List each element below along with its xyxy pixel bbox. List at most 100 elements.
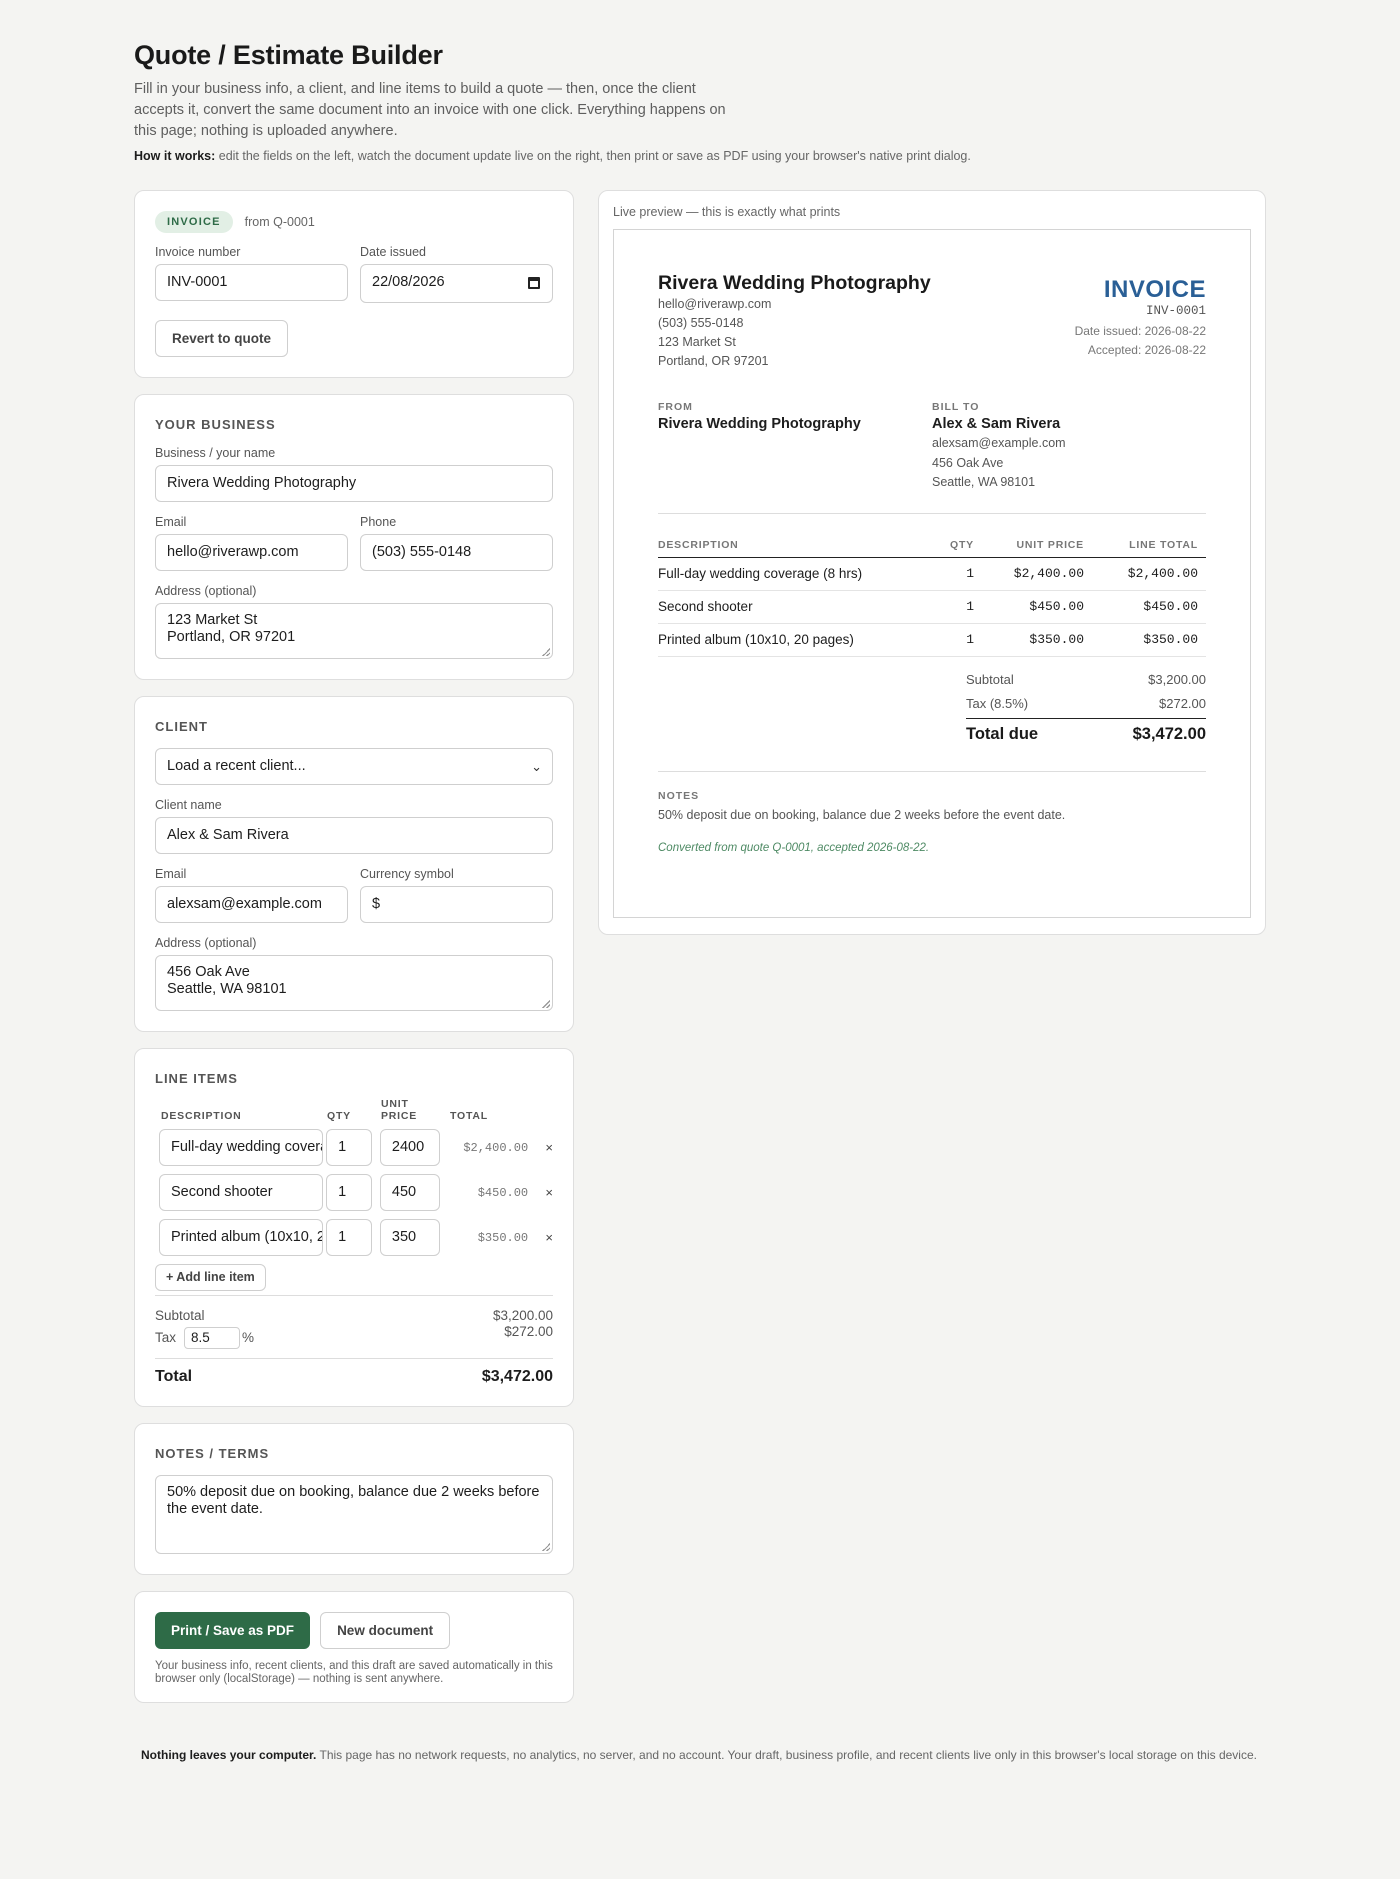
line-item-total: $350.00 <box>477 1230 529 1245</box>
print-save-pdf-button[interactable]: Print / Save as PDF <box>155 1612 311 1649</box>
client-card: CLIENT Load a recent client... ⌄ Client … <box>134 696 574 1032</box>
preview-from-label: FROM <box>658 401 693 413</box>
line-item-unit-price-input[interactable]: 450 <box>379 1174 440 1211</box>
business-name-input[interactable]: Rivera Wedding Photography <box>155 465 553 502</box>
preview-row-unit-price: $350.00 <box>982 623 1092 657</box>
preview-row-description: Full-day wedding coverage (8 hrs) <box>658 557 922 591</box>
preview-accepted-date: Accepted: 2026-08-22 <box>1087 343 1206 357</box>
preview-table-row: Second shooter 1 $450.00 $450.00 <box>658 590 1206 624</box>
preview-business-address-2: Portland, OR 97201 <box>658 354 769 368</box>
col-unit-price: UNIT PRICE <box>381 1098 450 1122</box>
business-email-input[interactable]: hello@riverawp.com <box>155 534 348 571</box>
preview-row-unit-price: $450.00 <box>982 590 1092 624</box>
preview-row-line-total: $350.00 <box>1092 623 1206 657</box>
preview-total-label: Total due <box>966 724 1039 743</box>
remove-line-item-icon[interactable]: × <box>528 1140 553 1155</box>
revert-to-quote-button[interactable]: Revert to quote <box>155 320 289 357</box>
preview-business-phone: (503) 555-0148 <box>658 316 744 330</box>
client-email-label: Email <box>155 867 187 881</box>
how-it-works: How it works: edit the fields on the lef… <box>134 149 1264 163</box>
preview-business-address-1: 123 Market St <box>658 335 736 349</box>
col-description: DESCRIPTION <box>161 1110 242 1122</box>
preview-col-qty: QTY <box>922 532 982 558</box>
add-line-item-button[interactable]: + Add line item <box>155 1264 266 1291</box>
preview-tax-label: Tax (8.5%) <box>966 695 1029 711</box>
invoice-number-label: Invoice number <box>155 245 241 259</box>
tax-percent-sign: % <box>242 1330 255 1345</box>
preview-business-name: Rivera Wedding Photography <box>658 272 931 294</box>
client-address-label: Address (optional) <box>155 936 257 950</box>
page-intro: Fill in your business info, a client, an… <box>134 81 726 139</box>
preview-total-value: $3,472.00 <box>1132 724 1206 743</box>
line-items-header: DESCRIPTION QTY UNIT PRICE TOTAL <box>155 1094 553 1122</box>
line-item-qty-input[interactable]: 1 <box>326 1174 373 1211</box>
editor-total-value: $3,472.00 <box>481 1368 553 1385</box>
notes-section-title: NOTES / TERMS <box>155 1446 270 1461</box>
calendar-icon[interactable] <box>528 277 540 289</box>
col-total: TOTAL <box>450 1110 489 1122</box>
footer-bold: Nothing leaves your computer. <box>141 1748 317 1762</box>
preview-tax-row: Tax (8.5%) $272.00 <box>966 692 1206 716</box>
preview-totals: Subtotal $3,200.00 Tax (8.5%) $272.00 To… <box>966 668 1206 744</box>
page-header: Quote / Estimate Builder Fill in your bu… <box>134 40 1264 163</box>
editor-column: INVOICE from Q-0001 Invoice number INV-0… <box>134 190 574 1719</box>
client-section-title: CLIENT <box>155 719 208 734</box>
editor-tax-row: Tax 8.5% $272.00 <box>155 1324 553 1349</box>
notes-textarea[interactable]: 50% deposit due on booking, balance due … <box>155 1475 553 1554</box>
remove-line-item-icon[interactable]: × <box>528 1230 553 1245</box>
line-item-row: Printed album (10x10, 20 pages) 1 350 $3… <box>155 1219 553 1256</box>
line-item-qty-input[interactable]: 1 <box>326 1219 373 1256</box>
preview-subtotal-label: Subtotal <box>966 671 1014 687</box>
line-item-description-input[interactable]: Second shooter <box>159 1174 323 1211</box>
preview-bill-to-email: alexsam@example.com <box>932 436 1066 450</box>
client-name-label: Client name <box>155 798 222 812</box>
business-section-title: YOUR BUSINESS <box>155 417 276 432</box>
date-issued-input[interactable]: 22/08/2026 <box>360 264 553 303</box>
preview-row-qty: 1 <box>922 590 982 624</box>
storage-note: Your business info, recent clients, and … <box>155 1660 553 1685</box>
currency-symbol-input[interactable]: $ <box>360 886 553 923</box>
remove-line-item-icon[interactable]: × <box>528 1185 553 1200</box>
preview-col-description: DESCRIPTION <box>658 532 922 558</box>
line-item-unit-price-input[interactable]: 2400 <box>379 1129 440 1166</box>
line-item-row: Full-day wedding coverage (8 hrs) 1 2400… <box>155 1129 553 1166</box>
line-items-card: LINE ITEMS DESCRIPTION QTY UNIT PRICE TOT… <box>134 1048 574 1407</box>
preview-col-line-total: LINE TOTAL <box>1092 532 1206 558</box>
new-document-button[interactable]: New document <box>320 1612 451 1649</box>
business-address-label: Address (optional) <box>155 584 257 598</box>
preview-doc-type: INVOICE <box>1103 276 1206 303</box>
tax-rate-input[interactable]: 8.5 <box>184 1327 241 1349</box>
preview-subtotal-value: $3,200.00 <box>1148 671 1206 687</box>
preview-business-block: Rivera Wedding Photography hello@riveraw… <box>658 270 931 371</box>
business-address-textarea[interactable]: 123 Market St Portland, OR 97201 <box>155 603 553 659</box>
line-item-description-input[interactable]: Full-day wedding coverage (8 hrs) <box>159 1129 323 1166</box>
preview-row-line-total: $2,400.00 <box>1092 557 1206 591</box>
currency-symbol-label: Currency symbol <box>360 867 454 881</box>
preview-subtotal-row: Subtotal $3,200.00 <box>966 668 1206 692</box>
line-item-row: Second shooter 1 450 $450.00 × <box>155 1174 553 1211</box>
actions-card: Print / Save as PDF New document Your bu… <box>134 1591 574 1703</box>
business-phone-label: Phone <box>360 515 397 529</box>
client-name-input[interactable]: Alex & Sam Rivera <box>155 817 553 854</box>
editor-tax-value: $272.00 <box>504 1324 553 1339</box>
client-email-input[interactable]: alexsam@example.com <box>155 886 348 923</box>
preview-line-items-table: DESCRIPTION QTY UNIT PRICE LINE TOTAL Fu… <box>658 532 1206 657</box>
how-it-works-text: edit the fields on the left, watch the d… <box>215 149 971 163</box>
line-item-description-input[interactable]: Printed album (10x10, 20 pages) <box>159 1219 323 1256</box>
invoice-number-input[interactable]: INV-0001 <box>155 264 348 301</box>
how-it-works-label: How it works: <box>134 149 216 163</box>
preview-notes-label: NOTES <box>658 789 700 802</box>
client-address-textarea[interactable]: 456 Oak Ave Seattle, WA 98101 <box>155 955 553 1011</box>
recent-client-select[interactable]: Load a recent client... ⌄ <box>155 748 553 785</box>
line-items-section-title: LINE ITEMS <box>155 1071 238 1086</box>
editor-subtotal-row: Subtotal $3,200.00 <box>155 1308 553 1323</box>
preview-tax-value: $272.00 <box>1159 695 1206 711</box>
privacy-footer: Nothing leaves your computer. This page … <box>134 1746 1264 1765</box>
line-item-unit-price-input[interactable]: 350 <box>379 1219 440 1256</box>
col-qty: QTY <box>327 1110 351 1122</box>
preview-caption: Live preview — this is exactly what prin… <box>613 205 841 219</box>
preview-doc-number: INV-0001 <box>1145 304 1206 318</box>
preview-row-qty: 1 <box>922 623 982 657</box>
line-item-qty-input[interactable]: 1 <box>326 1129 373 1166</box>
business-phone-input[interactable]: (503) 555-0148 <box>360 534 553 571</box>
